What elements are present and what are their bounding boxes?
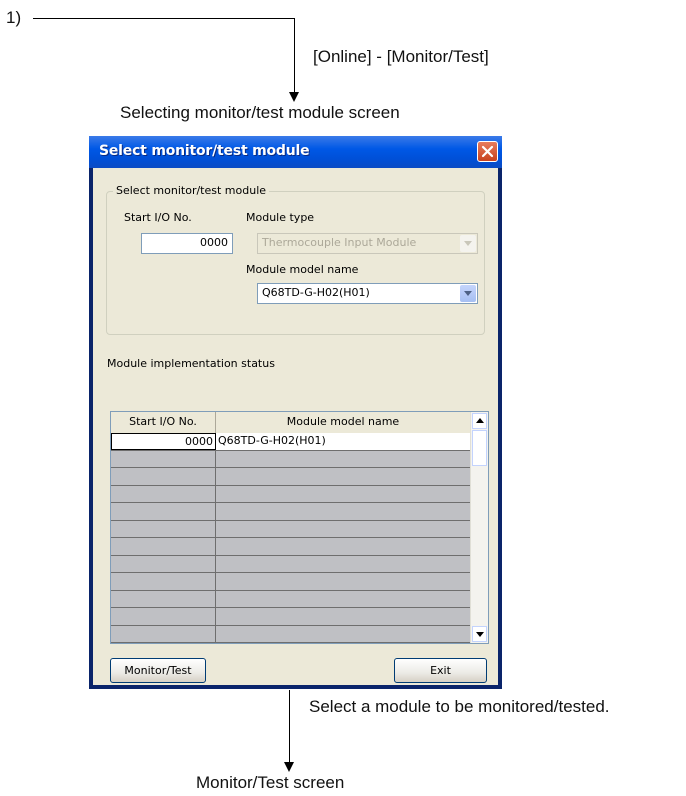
table-row[interactable]	[111, 520, 471, 538]
menu-path-label: [Online] - [Monitor/Test]	[313, 47, 489, 66]
table-row[interactable]	[111, 538, 471, 556]
cell-model-name[interactable]	[216, 450, 471, 467]
cell-model-name[interactable]: Q68TD-G-H02(H01)	[216, 433, 471, 450]
group-label: Select monitor/test module	[113, 184, 270, 197]
start-io-input[interactable]: 0000	[141, 233, 233, 254]
connector-line	[289, 690, 290, 763]
dialog-titlebar: Select monitor/test module	[89, 136, 502, 168]
screen-caption: Selecting monitor/test module screen	[120, 103, 400, 122]
cell-model-name[interactable]	[216, 468, 471, 485]
cell-model-name[interactable]	[216, 538, 471, 555]
cell-model-name[interactable]	[216, 485, 471, 502]
cell-model-name[interactable]	[216, 573, 471, 590]
cell-start-io[interactable]	[111, 468, 216, 485]
scrollbar-thumb[interactable]	[472, 430, 487, 466]
table-row[interactable]	[111, 503, 471, 521]
cell-model-name[interactable]	[216, 520, 471, 537]
step-label: 1)	[6, 8, 22, 27]
cell-start-io[interactable]: 0000	[111, 433, 216, 450]
cell-model-name[interactable]	[216, 555, 471, 572]
module-status-table: Start I/O No. Module model name 0000 Q68T…	[110, 411, 489, 644]
cell-start-io[interactable]	[111, 555, 216, 572]
cell-start-io[interactable]	[111, 538, 216, 555]
cell-start-io[interactable]	[111, 590, 216, 607]
select-module-dialog: Select monitor/test module Select monito…	[89, 136, 502, 689]
dialog-title: Select monitor/test module	[99, 143, 310, 159]
close-icon[interactable]	[477, 141, 498, 162]
column-header-model-name[interactable]: Module model name	[216, 412, 471, 433]
scroll-down-icon[interactable]	[472, 626, 487, 642]
exit-button[interactable]: Exit	[394, 658, 487, 683]
module-type-value: Thermocouple Input Module	[262, 236, 417, 249]
cell-start-io[interactable]	[111, 450, 216, 467]
cell-start-io[interactable]	[111, 520, 216, 537]
vertical-scrollbar[interactable]	[470, 412, 488, 643]
table-row[interactable]	[111, 485, 471, 503]
cell-start-io[interactable]	[111, 625, 216, 642]
table-row[interactable]	[111, 555, 471, 573]
cell-start-io[interactable]	[111, 485, 216, 502]
dialog-body: Select monitor/test module Start I/O No.…	[93, 168, 498, 685]
cell-model-name[interactable]	[216, 503, 471, 520]
arrow-down-icon	[289, 92, 299, 102]
cell-model-name[interactable]	[216, 625, 471, 642]
table-header: Start I/O No. Module model name	[111, 412, 471, 434]
implementation-status-label: Module implementation status	[107, 357, 275, 370]
scroll-up-icon[interactable]	[472, 413, 487, 429]
table-row[interactable]	[111, 573, 471, 591]
start-io-label: Start I/O No.	[124, 211, 192, 224]
table-row[interactable]	[111, 450, 471, 468]
model-name-value: Q68TD-G-H02(H01)	[262, 286, 370, 299]
result-caption: Monitor/Test screen	[196, 773, 345, 792]
module-type-select: Thermocouple Input Module	[257, 233, 478, 254]
table-row[interactable]: 0000 Q68TD-G-H02(H01)	[111, 433, 471, 451]
monitor-test-button[interactable]: Monitor/Test	[110, 658, 206, 683]
table-row[interactable]	[111, 590, 471, 608]
connector-line	[294, 18, 295, 93]
table-body: 0000 Q68TD-G-H02(H01)	[111, 433, 471, 643]
cell-start-io[interactable]	[111, 608, 216, 625]
cell-model-name[interactable]	[216, 608, 471, 625]
table-row[interactable]	[111, 625, 471, 643]
cell-start-io[interactable]	[111, 573, 216, 590]
model-name-label: Module model name	[246, 263, 359, 276]
module-type-label: Module type	[246, 211, 315, 224]
model-name-select[interactable]: Q68TD-G-H02(H01)	[257, 283, 478, 304]
connector-line	[33, 18, 294, 19]
arrow-down-icon	[284, 762, 294, 772]
chevron-down-icon[interactable]	[460, 285, 476, 302]
cell-model-name[interactable]	[216, 590, 471, 607]
chevron-down-icon	[460, 235, 476, 252]
cell-start-io[interactable]	[111, 503, 216, 520]
table-row[interactable]	[111, 468, 471, 486]
table-row[interactable]	[111, 608, 471, 626]
action-note: Select a module to be monitored/tested.	[309, 697, 610, 716]
column-header-start-io[interactable]: Start I/O No.	[111, 412, 216, 433]
